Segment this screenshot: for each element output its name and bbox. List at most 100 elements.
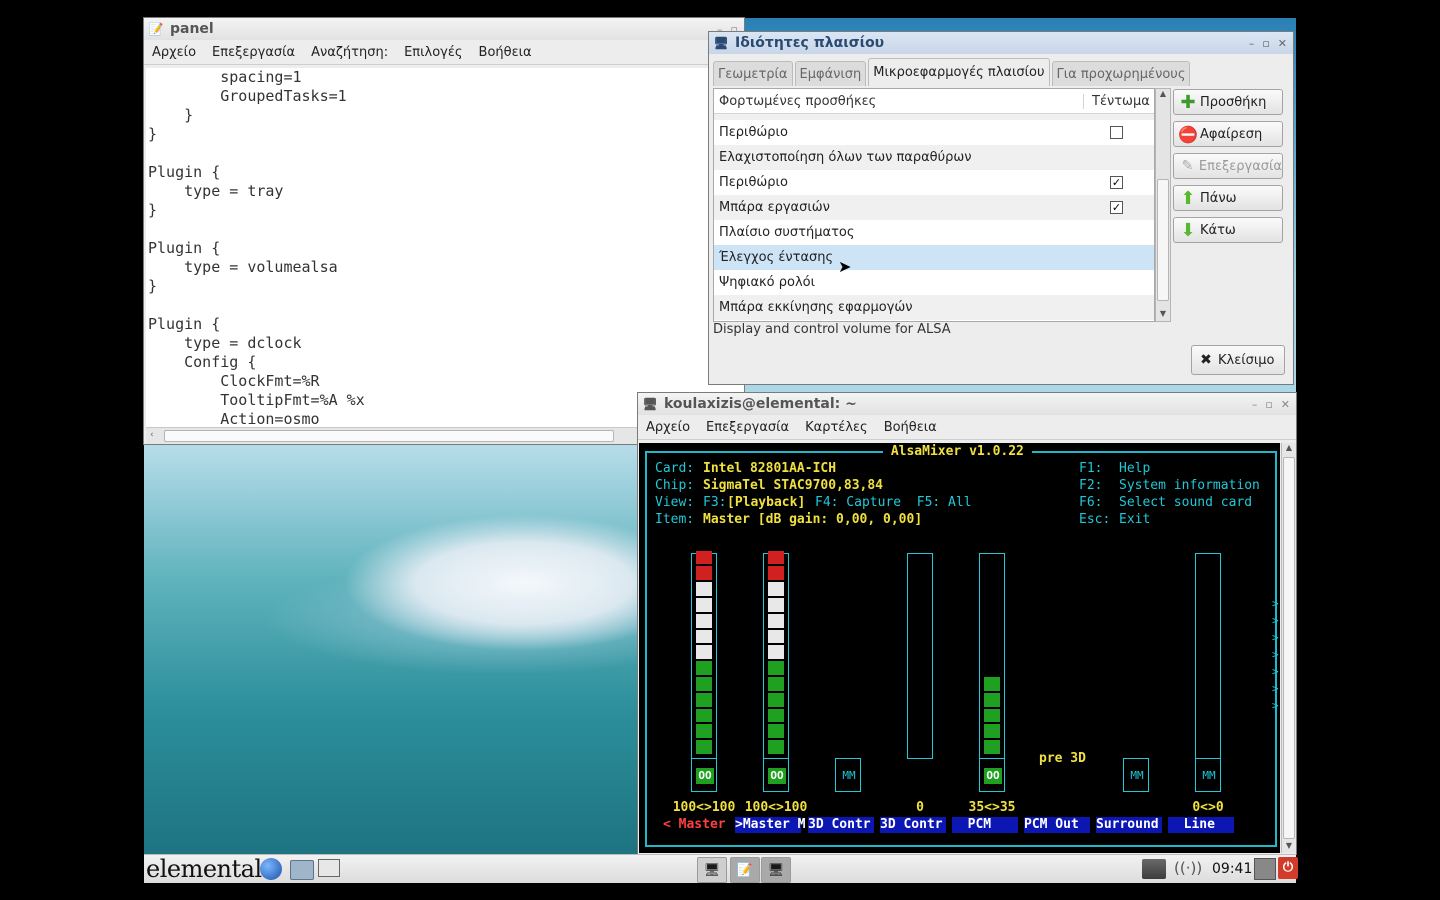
lock-screen-icon[interactable] <box>1254 858 1276 880</box>
plugin-row[interactable]: Πλαίσιο συστήματος <box>714 220 1154 245</box>
stretch-checkbox[interactable] <box>1110 126 1123 139</box>
file-manager-icon[interactable] <box>290 860 314 880</box>
editor-scroll-thumb[interactable] <box>164 430 614 442</box>
stretch-checkbox[interactable]: ✓ <box>1110 201 1123 214</box>
menu-search[interactable]: Αναζήτηση: <box>303 45 396 60</box>
task-panel-settings-icon[interactable]: 🖥 <box>761 857 791 883</box>
browser-globe-icon[interactable] <box>260 858 282 880</box>
scroll-up-icon[interactable]: ▲ <box>1156 89 1170 101</box>
move-up-button[interactable]: ⬆ Πάνω <box>1173 185 1283 211</box>
editor-line[interactable]: ClockFmt=%R <box>148 372 744 391</box>
col-stretch[interactable]: Τέντωμα <box>1084 94 1150 109</box>
view-playback[interactable]: [Playback] <box>727 495 805 510</box>
mute-switch[interactable]: OO <box>763 758 789 792</box>
mute-switch[interactable]: OO <box>691 758 717 792</box>
term-menu-edit[interactable]: Επεξεργασία <box>698 420 797 435</box>
editor-line[interactable]: } <box>148 277 744 296</box>
volume-bar[interactable] <box>691 550 717 759</box>
tab-applets[interactable]: Μικροεφαρμογές πλαισίου <box>868 58 1050 86</box>
tab-geometry[interactable]: Γεωμετρία <box>713 61 793 86</box>
editor-titlebar[interactable]: 📝 panel – ▫ <box>144 18 744 40</box>
show-desktop-icon[interactable] <box>318 859 340 877</box>
term-menu-tabs[interactable]: Καρτέλες <box>797 420 876 435</box>
network-icon[interactable] <box>1142 859 1166 879</box>
props-titlebar[interactable]: 🖥 Ιδιότητες πλαισίου – ▫ ✕ <box>709 32 1293 54</box>
maximize-icon[interactable]: ▫ <box>1262 37 1269 50</box>
editor-line[interactable]: type = dclock <box>148 334 744 353</box>
list-scroll-thumb[interactable] <box>1157 179 1169 301</box>
view-other[interactable]: F4: Capture F5: All <box>815 495 972 510</box>
mute-switch[interactable]: MM <box>1123 758 1149 792</box>
volume-bar[interactable] <box>979 553 1005 759</box>
clock[interactable]: 09:41 <box>1212 861 1252 877</box>
channel-name[interactable]: 3D Contr <box>880 817 946 833</box>
scroll-down-icon[interactable]: ▼ <box>1282 841 1296 853</box>
channel-name[interactable]: PCM <box>952 817 1018 833</box>
mute-switch[interactable]: OO <box>979 758 1005 792</box>
tab-advanced[interactable]: Για προχωρημένους <box>1051 61 1191 86</box>
channel-name[interactable]: < Master <box>663 817 729 833</box>
terminal-scrollbar[interactable]: ▲ ▼ <box>1281 443 1296 853</box>
list-scrollbar[interactable]: ▲ ▼ <box>1155 88 1171 322</box>
editor-line[interactable]: } <box>148 106 744 125</box>
editor-line[interactable]: Plugin { <box>148 315 744 334</box>
editor-line[interactable]: GroupedTasks=1 <box>148 87 744 106</box>
plugin-row[interactable]: Περιθώριο <box>714 120 1154 145</box>
wireless-icon[interactable]: ((·)) <box>1174 859 1202 877</box>
editor-line[interactable]: Config { <box>148 353 744 372</box>
menu-help[interactable]: Βοήθεια <box>471 45 540 60</box>
view-f3[interactable]: F3: <box>703 495 726 510</box>
move-down-button[interactable]: ⬇ Κάτω <box>1173 217 1283 243</box>
volume-bar[interactable] <box>1195 553 1221 759</box>
task-editor-icon[interactable]: 📝 <box>730 857 760 883</box>
editor-line[interactable] <box>148 220 744 239</box>
power-icon[interactable]: ⏻ <box>1278 857 1298 879</box>
scroll-left-icon[interactable]: ‹ <box>150 430 160 440</box>
elemental-logo[interactable]: elemental <box>146 855 262 883</box>
plugin-row[interactable]: Ψηφιακό ρολόι <box>714 270 1154 295</box>
plugin-row[interactable]: Έλεγχος έντασης <box>714 245 1154 270</box>
volume-bar[interactable] <box>763 550 789 759</box>
close-icon[interactable]: ✕ <box>1278 37 1287 50</box>
minimize-icon[interactable]: – <box>1252 398 1258 411</box>
scroll-down-icon[interactable]: ▼ <box>1156 309 1170 321</box>
mute-switch[interactable]: MM <box>835 758 861 792</box>
tab-appearance[interactable]: Εμφάνιση <box>794 61 867 86</box>
mute-switch[interactable]: MM <box>1195 758 1221 792</box>
menu-file[interactable]: Αρχείο <box>144 45 204 60</box>
editor-line[interactable]: } <box>148 125 744 144</box>
scroll-up-icon[interactable]: ▲ <box>1282 443 1296 455</box>
remove-button[interactable]: ⛔ Αφαίρεση <box>1173 121 1283 147</box>
plugin-row[interactable]: Μπάρα εργασιών ✓ <box>714 195 1154 220</box>
terminal-scroll-thumb[interactable] <box>1283 457 1295 839</box>
editor-line[interactable]: Plugin { <box>148 163 744 182</box>
plugin-row[interactable]: Ελαχιστοποίηση όλων των παραθύρων <box>714 145 1154 170</box>
close-icon[interactable]: ✕ <box>1281 398 1290 411</box>
menu-edit[interactable]: Επεξεργασία <box>204 45 303 60</box>
col-loaded-plugins[interactable]: Φορτωμένες προσθήκες <box>714 93 1084 109</box>
editor-text-area[interactable]: spacing=1 GroupedTasks=1 }} Plugin { typ… <box>146 68 744 442</box>
editor-line[interactable]: Plugin { <box>148 239 744 258</box>
stretch-checkbox[interactable]: ✓ <box>1110 176 1123 189</box>
alsamixer-screen[interactable]: AlsaMixer v1.0.22 Card: Intel 82801AA-IC… <box>639 443 1280 853</box>
loaded-plugins-list[interactable]: Φορτωμένες προσθήκες Τέντωμα Περιθώριο Ελ… <box>713 88 1155 322</box>
term-menu-file[interactable]: Αρχείο <box>638 420 698 435</box>
minimize-icon[interactable]: – <box>1249 37 1255 50</box>
editor-line[interactable]: type = volumealsa <box>148 258 744 277</box>
channel-name[interactable]: 3D Contr <box>808 817 874 833</box>
maximize-icon[interactable]: ▫ <box>1265 398 1272 411</box>
channel-name[interactable]: Surround <box>1096 817 1162 833</box>
editor-line[interactable]: spacing=1 <box>148 68 744 87</box>
editor-line[interactable]: } <box>148 201 744 220</box>
volume-bar[interactable] <box>907 553 933 759</box>
terminal-titlebar[interactable]: 🖥 koulaxizis@elemental: ~ – ▫ ✕ <box>638 393 1296 415</box>
plugin-row[interactable]: Περιθώριο ✓ <box>714 170 1154 195</box>
editor-line[interactable] <box>148 144 744 163</box>
plugin-row[interactable]: Μπάρα εκκίνησης εφαρμογών <box>714 295 1154 320</box>
channel-name[interactable]: >Master M <box>735 817 805 833</box>
editor-line[interactable] <box>148 296 744 315</box>
close-button[interactable]: ✖ Κλείσιμο <box>1191 345 1285 375</box>
editor-line[interactable]: type = tray <box>148 182 744 201</box>
menu-options[interactable]: Επιλογές <box>396 45 470 60</box>
channel-name[interactable]: PCM Out <box>1024 817 1090 833</box>
